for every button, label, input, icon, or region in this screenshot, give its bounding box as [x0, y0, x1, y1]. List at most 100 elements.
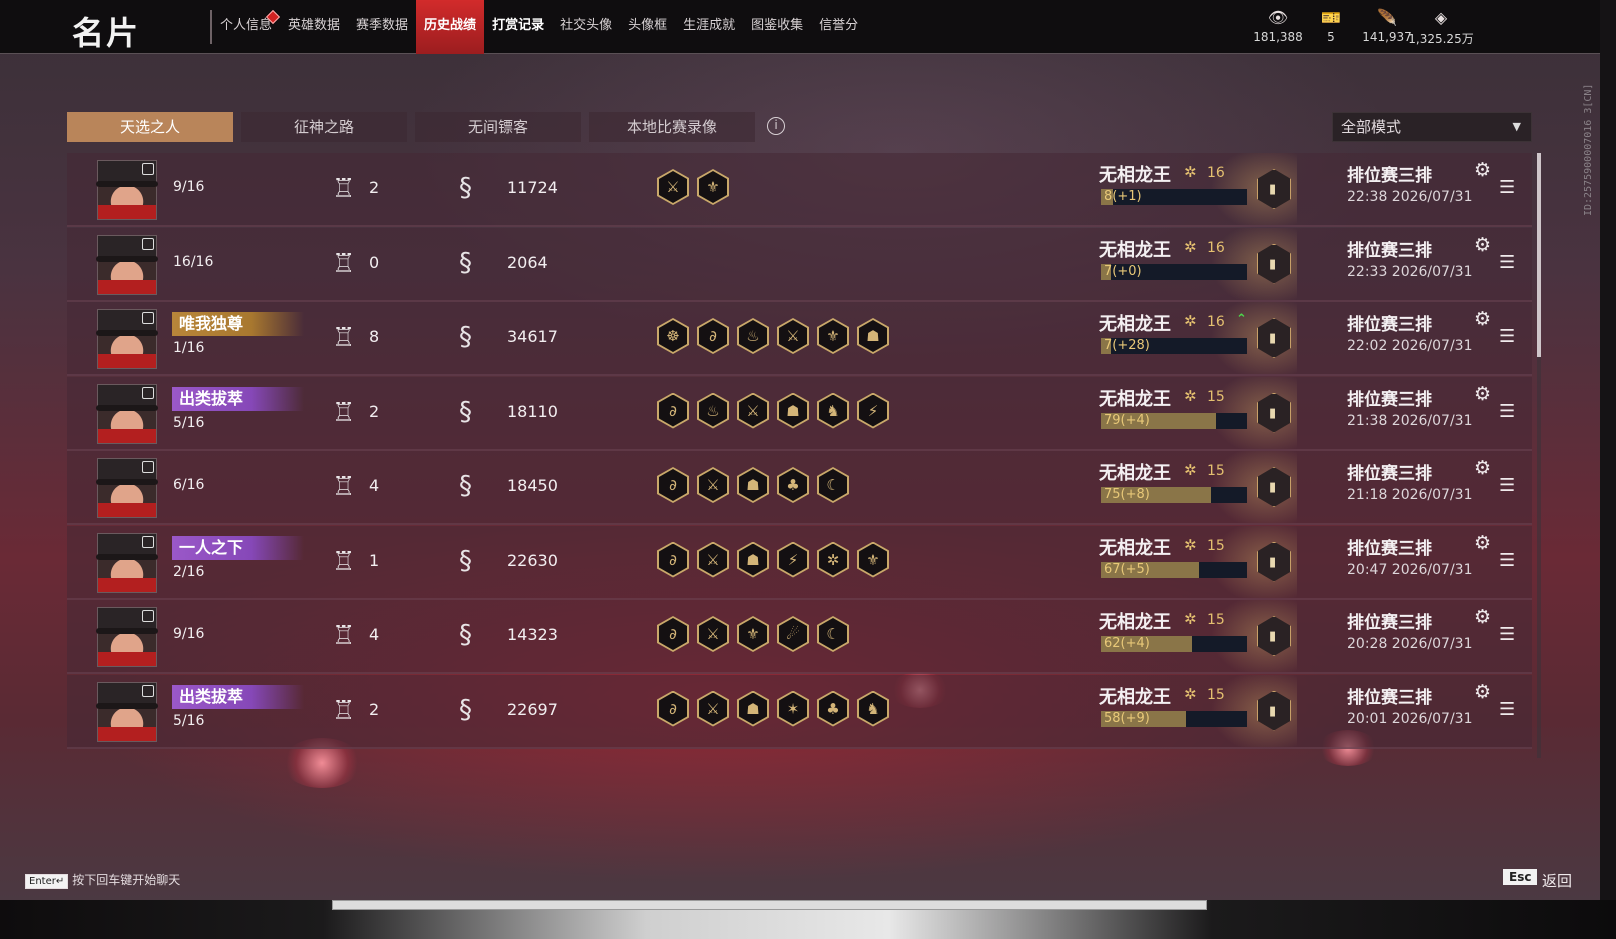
info-icon[interactable]: i [767, 117, 785, 135]
match-row[interactable]: 6/16 ♖ 4 § 18450 ∂ ⚔ ☗ ♣ ☾ 无相龙王 ✲ 15 75(+8) ▮ 排位赛三排 21:1… [67, 451, 1532, 525]
gear-icon[interactable]: ⚙ [1474, 606, 1491, 628]
trait-icon[interactable]: ☾ [817, 616, 849, 652]
trait-icon[interactable]: ⚡ [857, 392, 889, 429]
trait-icon[interactable]: ⚜ [737, 616, 769, 652]
trait-icon[interactable]: ⚔ [697, 690, 729, 727]
trait-icon[interactable]: ♨ [737, 318, 769, 354]
trait-icon[interactable]: ♣ [777, 467, 809, 503]
trait-icon[interactable]: ∂ [657, 541, 689, 578]
trait-icon[interactable]: ✶ [777, 690, 809, 727]
avatar [96, 383, 158, 444]
trait-icon[interactable]: ⚜ [817, 318, 849, 354]
nav-tab-1[interactable]: 英雄数据 [280, 0, 348, 54]
nav-tab-5[interactable]: 社交头像 [552, 0, 620, 54]
rank-name: 无相龙王 [1099, 314, 1171, 335]
nav-tab-6[interactable]: 头像框 [620, 0, 675, 54]
nav-tab-8[interactable]: 图鉴收集 [743, 0, 811, 54]
scrollbar-thumb[interactable] [1537, 153, 1541, 357]
trait-icon[interactable]: ☗ [737, 467, 769, 503]
trait-icon[interactable]: ☗ [777, 392, 809, 429]
avatar [96, 532, 158, 593]
details-menu-icon[interactable]: ☰ [1499, 624, 1515, 645]
match-type-tabs: 天选之人 征神之路 无间镖客 本地比赛录像 [67, 112, 755, 142]
trait-icon[interactable]: ⚔ [777, 318, 809, 354]
rank-progress-text: 58(+9) [1104, 710, 1150, 726]
gear-icon[interactable]: ⚙ [1474, 681, 1491, 703]
tab-bounty[interactable]: 无间镖客 [415, 112, 581, 142]
trait-icon[interactable]: ☾ [817, 467, 849, 503]
trait-list: ∂ ⚔ ☗ ⚡ ✲ ⚜ [657, 541, 889, 578]
match-row[interactable]: 9/16 ♖ 2 § 11724 ⚔ ⚜ 无相龙王 ✲ 16 8(+1) ▮ 排位赛三排 22:38 20… [67, 153, 1532, 227]
trait-icon[interactable]: ♞ [857, 690, 889, 727]
match-row[interactable]: 出类拔萃 5/16 ♖ 2 § 22697 ∂ ⚔ ☗ ✶ ♣ ♞ 无相龙王 ✲ 15 58(+9) ▮ 排位赛三… [67, 674, 1532, 749]
trait-glyph: ♨ [699, 394, 727, 427]
trait-icon[interactable]: ☗ [857, 318, 889, 354]
nav-tab-9[interactable]: 信誉分 [811, 0, 866, 54]
nav-tab-0[interactable]: 个人信息 [212, 0, 281, 54]
match-row[interactable]: 9/16 ♖ 4 § 14323 ∂ ⚔ ⚜ ☄ ☾ 无相龙王 ✲ 15 62(+4) ▮ 排位赛三排 20:2… [67, 600, 1532, 674]
esc-key-button[interactable]: Esc [1503, 869, 1538, 885]
trait-icon[interactable]: ♣ [817, 690, 849, 727]
coin-value: 2064 [507, 252, 548, 272]
nav-tab-3[interactable]: 历史战绩 [416, 0, 485, 54]
gear-icon[interactable]: ⚙ [1474, 234, 1491, 256]
details-menu-icon[interactable]: ☰ [1499, 475, 1515, 496]
notification-dot-icon [265, 9, 281, 25]
rank-number: 15 [1207, 686, 1225, 703]
trait-icon[interactable]: ⚔ [697, 616, 729, 652]
trait-icon[interactable]: ∂ [657, 690, 689, 727]
scrollbar[interactable] [1537, 153, 1541, 758]
trait-icon[interactable]: ⚔ [697, 467, 729, 503]
trait-icon[interactable]: ∂ [697, 318, 729, 354]
match-row[interactable]: 一人之下 2/16 ♖ 1 § 22630 ∂ ⚔ ☗ ⚡ ✲ ⚜ 无相龙王 ✲ 15 67(+5) ▮ 排位赛三… [67, 525, 1532, 600]
nav-tab-2[interactable]: 赛季数据 [348, 0, 416, 54]
trait-glyph: ☗ [739, 543, 767, 576]
details-menu-icon[interactable]: ☰ [1499, 326, 1515, 347]
trait-icon[interactable]: ∂ [657, 467, 689, 503]
trait-icon[interactable]: ∂ [657, 392, 689, 429]
gear-icon[interactable]: ⚙ [1474, 308, 1491, 330]
nav-tab-7[interactable]: 生涯成就 [675, 0, 743, 54]
tab-chosen-one[interactable]: 天选之人 [67, 112, 233, 142]
match-row[interactable]: 出类拔萃 5/16 ♖ 2 § 18110 ∂ ♨ ⚔ ☗ ♞ ⚡ 无相龙王 ✲ 15 79(+4) ▮ 排位赛三… [67, 376, 1532, 451]
trait-icon[interactable]: ⚔ [697, 541, 729, 578]
details-menu-icon[interactable]: ☰ [1499, 550, 1515, 571]
gear-icon[interactable]: ⚙ [1474, 159, 1491, 181]
trait-glyph: ⚔ [699, 692, 727, 725]
rank-progress-bar: 58(+9) [1101, 710, 1247, 727]
gear-icon[interactable]: ⚙ [1474, 457, 1491, 479]
trait-icon[interactable]: ♞ [817, 392, 849, 429]
chat-hint-text: 按下回车键开始聊天 [72, 873, 181, 887]
match-row[interactable]: 唯我独尊 1/16 ♖ 8 § 34617 ☸ ∂ ♨ ⚔ ⚜ ☗ 无相龙王 ✲ 16 ⌃ 7(+28) ▮ 排位赛… [67, 302, 1532, 376]
details-menu-icon[interactable]: ☰ [1499, 401, 1515, 422]
trait-icon[interactable]: ⚜ [697, 169, 729, 205]
gear-icon[interactable]: ⚙ [1474, 383, 1491, 405]
details-menu-icon[interactable]: ☰ [1499, 252, 1515, 273]
star-icon: ✲ [1184, 386, 1197, 405]
trait-icon[interactable]: ⚔ [737, 392, 769, 429]
details-menu-icon[interactable]: ☰ [1499, 177, 1515, 198]
trait-icon[interactable]: ♨ [697, 392, 729, 429]
gear-icon[interactable]: ⚙ [1474, 532, 1491, 554]
trait-icon[interactable]: ⚜ [857, 541, 889, 578]
trait-icon[interactable]: ✲ [817, 541, 849, 578]
trait-icon[interactable]: ∂ [657, 616, 689, 652]
placement: 6/16 [173, 477, 205, 493]
back-button[interactable]: 返回 [1542, 870, 1572, 891]
coin-value: 14323 [507, 625, 558, 644]
match-row[interactable]: 16/16 ♖ 0 § 2064 无相龙王 ✲ 16 7(+0) ▮ 排位赛三排 22:33 2026… [67, 227, 1532, 302]
mode-select[interactable]: 全部模式 ▼ [1332, 112, 1532, 142]
trait-icon[interactable]: ☸ [657, 318, 689, 354]
trait-glyph: ☾ [819, 618, 847, 650]
tab-local-replays[interactable]: 本地比赛录像 [589, 112, 755, 142]
trait-icon[interactable]: ☗ [737, 541, 769, 578]
details-menu-icon[interactable]: ☰ [1499, 699, 1515, 720]
trait-icon[interactable]: ☗ [737, 690, 769, 727]
nav-tab-4[interactable]: 打赏记录 [484, 0, 552, 54]
tab-road-to-god[interactable]: 征神之路 [241, 112, 407, 142]
trait-icon[interactable]: ⚡ [777, 541, 809, 578]
rank-progress-bar: 8(+1) [1101, 189, 1247, 205]
trait-icon[interactable]: ☄ [777, 616, 809, 652]
match-mode: 排位赛三排 [1347, 240, 1432, 261]
trait-icon[interactable]: ⚔ [657, 169, 689, 205]
